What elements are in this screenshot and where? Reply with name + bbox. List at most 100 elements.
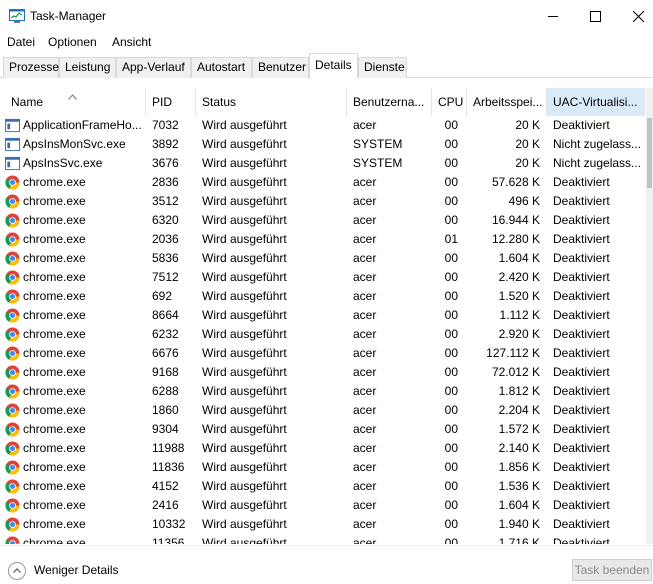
table-row[interactable]: chrome.exe 8664 Wird ausgeführt acer 00 1.112… (0, 306, 645, 325)
close-button[interactable] (615, 0, 653, 32)
chrome-icon (5, 251, 20, 266)
process-status: Wird ausgeführt (202, 270, 287, 284)
process-cpu: 00 (444, 460, 458, 474)
chevron-up-icon (8, 562, 26, 580)
tab-benutzer[interactable]: Benutzer (252, 57, 309, 78)
table-row[interactable]: ApplicationFrameHo... 7032 Wird ausgeführt… (0, 116, 645, 135)
process-name: chrome.exe (23, 517, 86, 531)
process-user: acer (353, 479, 377, 493)
process-uac: Deaktiviert (553, 308, 610, 322)
process-cpu: 00 (444, 441, 458, 455)
table-row[interactable]: ApsInsSvc.exe 3676 Wird ausgeführt SYSTEM 00… (0, 154, 645, 173)
tab-details[interactable]: Details (309, 53, 358, 79)
table-row[interactable]: chrome.exe 6288 Wird ausgeführt acer 00 1.812… (0, 382, 645, 401)
process-user: acer (353, 251, 377, 265)
process-memory: 20 K (515, 137, 540, 151)
table-row[interactable]: ApsInsMonSvc.exe 3892 Wird ausgeführt SYSTE… (0, 135, 645, 154)
process-pid: 9304 (152, 422, 179, 436)
process-status: Wird ausgeführt (202, 422, 287, 436)
table-row[interactable]: chrome.exe 2036 Wird ausgeführt acer 01 12.28… (0, 230, 645, 249)
menu-ansicht[interactable]: Ansicht (112, 35, 151, 49)
column-pid[interactable]: PID (146, 88, 196, 116)
chrome-icon (5, 365, 20, 380)
chrome-icon (5, 517, 20, 532)
process-status: Wird ausgeführt (202, 308, 287, 322)
process-pid: 3892 (152, 137, 179, 151)
process-status: Wird ausgeführt (202, 536, 287, 544)
process-uac: Nicht zugelass... (553, 137, 642, 151)
process-user: acer (353, 384, 377, 398)
process-cpu: 00 (444, 327, 458, 341)
process-pid: 692 (152, 289, 173, 303)
scrollbar-thumb[interactable] (647, 118, 652, 188)
details-table: Name PID Status Benutzerna... CPU Arbeit… (0, 88, 645, 544)
process-memory: 496 K (508, 194, 540, 208)
process-user: acer (353, 270, 377, 284)
table-row[interactable]: chrome.exe 2416 Wird ausgeführt acer 00 1.604… (0, 496, 645, 515)
process-name: chrome.exe (23, 327, 86, 341)
column-status[interactable]: Status (196, 88, 347, 116)
footer-bar: Weniger Details Task beenden (0, 545, 653, 584)
column-uac-virtualisierung[interactable]: UAC-Virtualisi... (547, 88, 645, 116)
column-name[interactable]: Name (5, 88, 146, 116)
table-row[interactable]: chrome.exe 9168 Wird ausgeführt acer 00 72.01… (0, 363, 645, 382)
menu-datei[interactable]: Datei (7, 35, 35, 49)
process-cpu: 00 (444, 498, 458, 512)
process-user: acer (353, 289, 377, 303)
process-cpu: 00 (444, 289, 458, 303)
tab-strip: Prozesse Leistung App-Verlauf Autostart … (0, 53, 653, 79)
process-uac: Nicht zugelass... (553, 156, 642, 170)
column-cpu[interactable]: CPU (432, 88, 467, 116)
tab-prozesse[interactable]: Prozesse (3, 57, 59, 78)
vertical-scrollbar[interactable] (646, 88, 653, 544)
process-uac: Deaktiviert (553, 365, 610, 379)
column-benutzername[interactable]: Benutzerna... (347, 88, 432, 116)
table-row[interactable]: chrome.exe 692 Wird ausgeführt acer 00 1.520 … (0, 287, 645, 306)
process-cpu: 00 (444, 403, 458, 417)
tab-leistung[interactable]: Leistung (59, 57, 116, 78)
tab-dienste[interactable]: Dienste (358, 57, 407, 78)
table-row[interactable]: chrome.exe 6320 Wird ausgeführt acer 00 16.94… (0, 211, 645, 230)
tab-autostart[interactable]: Autostart (191, 57, 252, 78)
process-user: acer (353, 536, 377, 544)
table-row[interactable]: chrome.exe 9304 Wird ausgeführt acer 00 1.572… (0, 420, 645, 439)
table-row[interactable]: chrome.exe 2836 Wird ausgeführt acer 00 57.62… (0, 173, 645, 192)
table-row[interactable]: chrome.exe 3512 Wird ausgeführt acer 00 496 K… (0, 192, 645, 211)
table-row[interactable]: chrome.exe 11836 Wird ausgeführt acer 00 1.85… (0, 458, 645, 477)
table-row[interactable]: chrome.exe 10332 Wird ausgeführt acer 00 1.94… (0, 515, 645, 534)
fewer-details-button[interactable]: Weniger Details (8, 561, 128, 581)
process-uac: Deaktiviert (553, 118, 610, 132)
end-task-button[interactable]: Task beenden (572, 559, 652, 581)
table-row[interactable]: chrome.exe 11988 Wird ausgeführt acer 00 2.14… (0, 439, 645, 458)
table-row[interactable]: chrome.exe 11356 Wird ausgeführt acer 00 1.71… (0, 534, 645, 544)
process-user: acer (353, 327, 377, 341)
process-status: Wird ausgeführt (202, 384, 287, 398)
table-row[interactable]: chrome.exe 5836 Wird ausgeführt acer 00 1.604… (0, 249, 645, 268)
process-pid: 6320 (152, 213, 179, 227)
maximize-button[interactable] (572, 0, 618, 32)
app-window-icon (5, 156, 20, 171)
chrome-icon (5, 232, 20, 247)
process-uac: Deaktiviert (553, 460, 610, 474)
table-row[interactable]: chrome.exe 7512 Wird ausgeführt acer 00 2.420… (0, 268, 645, 287)
table-row[interactable]: chrome.exe 1860 Wird ausgeführt acer 00 2.204… (0, 401, 645, 420)
column-arbeitsspeicher[interactable]: Arbeitsspei... (467, 88, 547, 116)
process-uac: Deaktiviert (553, 536, 610, 544)
minimize-button[interactable] (530, 0, 576, 32)
chrome-icon (5, 213, 20, 228)
process-cpu: 00 (444, 118, 458, 132)
chrome-icon (5, 536, 20, 544)
menu-optionen[interactable]: Optionen (48, 35, 97, 49)
process-name: chrome.exe (23, 270, 86, 284)
chrome-icon (5, 308, 20, 323)
process-user: acer (353, 498, 377, 512)
tab-app-verlauf[interactable]: App-Verlauf (116, 57, 191, 78)
table-row[interactable]: chrome.exe 6232 Wird ausgeführt acer 00 2.920… (0, 325, 645, 344)
table-row[interactable]: chrome.exe 6676 Wird ausgeführt acer 00 127.1… (0, 344, 645, 363)
minimize-icon (547, 15, 558, 17)
process-pid: 7032 (152, 118, 179, 132)
table-row[interactable]: chrome.exe 4152 Wird ausgeführt acer 00 1.536… (0, 477, 645, 496)
process-memory: 127.112 K (486, 346, 540, 360)
process-user: acer (353, 365, 377, 379)
process-user: acer (353, 403, 377, 417)
